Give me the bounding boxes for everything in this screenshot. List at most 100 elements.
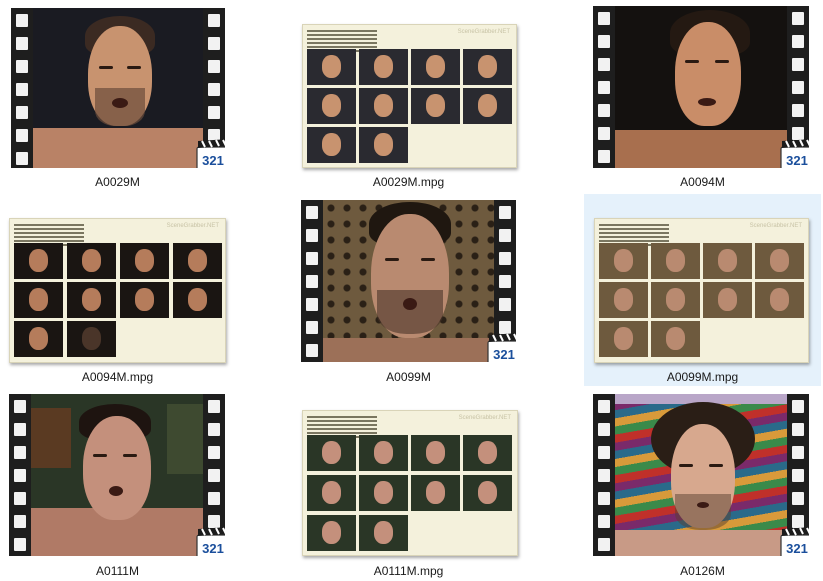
contact-sheet-thumbnail: SceneGrabber.NET <box>594 218 809 363</box>
file-item-a0111m-mpg[interactable]: SceneGrabber.NET A0111M.mpg <box>296 390 521 580</box>
film-hole <box>598 538 610 551</box>
svg-text:321: 321 <box>493 347 515 362</box>
file-name[interactable]: A0099M <box>296 370 521 384</box>
film-hole <box>14 515 26 528</box>
svg-text:321: 321 <box>202 153 224 168</box>
film-hole <box>208 400 220 413</box>
svg-text:321: 321 <box>202 541 224 556</box>
file-item-a0099m-mpg[interactable]: SceneGrabber.NET A0099M.mpg <box>584 194 821 386</box>
film-hole <box>792 12 804 25</box>
film-hole <box>499 206 511 219</box>
film-hole <box>14 538 26 551</box>
film-perforations <box>11 8 33 168</box>
film-hole <box>499 275 511 288</box>
file-name[interactable]: A0111M.mpg <box>296 564 521 578</box>
film-hole <box>14 423 26 436</box>
film-hole <box>792 58 804 71</box>
film-hole <box>16 60 28 73</box>
film-hole <box>208 37 220 50</box>
film-hole <box>598 58 610 71</box>
film-hole <box>598 127 610 140</box>
video-thumbnail: 321 <box>301 200 516 362</box>
video-thumbnail: 321 <box>11 8 225 168</box>
film-hole <box>208 492 220 505</box>
film-hole <box>208 60 220 73</box>
file-item-a0126m[interactable]: 321 A0126M <box>590 390 815 580</box>
film-hole <box>208 14 220 27</box>
film-hole <box>792 35 804 48</box>
film-hole <box>16 152 28 165</box>
file-name[interactable]: A0099M.mpg <box>584 370 821 384</box>
file-item-a0094m-mpg[interactable]: SceneGrabber.NET A0094M.mpg <box>5 196 230 386</box>
film-hole <box>598 446 610 459</box>
film-hole <box>14 446 26 459</box>
film-hole <box>14 492 26 505</box>
film-hole <box>306 229 318 242</box>
film-hole <box>306 298 318 311</box>
file-name[interactable]: A0094M <box>590 175 815 189</box>
film-hole <box>306 275 318 288</box>
file-item-a0099m[interactable]: 321 A0099M <box>296 196 521 386</box>
film-hole <box>16 129 28 142</box>
sheet-brand: SceneGrabber.NET <box>457 29 510 35</box>
video-thumbnail: 321 <box>593 6 809 168</box>
file-item-a0111m[interactable]: 321 A0111M <box>5 390 230 580</box>
video-thumbnail: 321 <box>593 394 809 556</box>
sheet-brand: SceneGrabber.NET <box>458 415 511 421</box>
film-hole <box>14 400 26 413</box>
film-hole <box>499 229 511 242</box>
film-hole <box>792 492 804 505</box>
file-item-a0094m[interactable]: 321 A0094M <box>590 2 815 192</box>
film-hole <box>16 106 28 119</box>
media-player-classic-321-icon: 321 <box>487 333 516 362</box>
film-hole <box>499 298 511 311</box>
film-perforations <box>9 394 31 556</box>
film-perforations <box>301 200 323 362</box>
film-hole <box>598 423 610 436</box>
film-hole <box>792 400 804 413</box>
film-hole <box>14 469 26 482</box>
film-hole <box>598 35 610 48</box>
film-hole <box>499 252 511 265</box>
film-hole <box>208 106 220 119</box>
contact-sheet-thumbnail: SceneGrabber.NET <box>302 410 518 556</box>
film-hole <box>598 81 610 94</box>
file-name[interactable]: A0126M <box>590 564 815 578</box>
svg-text:321: 321 <box>786 541 808 556</box>
film-hole <box>306 344 318 357</box>
media-player-classic-321-icon: 321 <box>196 139 225 168</box>
file-name[interactable]: A0111M <box>5 564 230 578</box>
film-hole <box>598 150 610 163</box>
svg-text:321: 321 <box>786 153 808 168</box>
sheet-brand: SceneGrabber.NET <box>749 223 802 229</box>
media-player-classic-321-icon: 321 <box>780 527 809 556</box>
film-hole <box>208 446 220 459</box>
film-hole <box>598 12 610 25</box>
film-hole <box>16 37 28 50</box>
film-hole <box>792 469 804 482</box>
film-hole <box>598 515 610 528</box>
file-item-a0029m[interactable]: 321 A0029M <box>5 2 230 192</box>
film-perforations <box>593 6 615 168</box>
film-hole <box>306 321 318 334</box>
contact-sheet-thumbnail: SceneGrabber.NET <box>302 24 517 168</box>
film-hole <box>16 83 28 96</box>
media-player-classic-321-icon: 321 <box>780 139 809 168</box>
film-hole <box>792 446 804 459</box>
film-hole <box>792 423 804 436</box>
file-item-a0029m-mpg[interactable]: SceneGrabber.NET A0029M.mpg <box>296 2 521 192</box>
film-hole <box>598 492 610 505</box>
file-name[interactable]: A0029M.mpg <box>296 175 521 189</box>
sheet-brand: SceneGrabber.NET <box>166 223 219 229</box>
film-hole <box>792 104 804 117</box>
film-hole <box>792 81 804 94</box>
film-perforations <box>593 394 615 556</box>
file-name[interactable]: A0029M <box>5 175 230 189</box>
film-hole <box>208 83 220 96</box>
film-hole <box>598 400 610 413</box>
film-hole <box>208 469 220 482</box>
film-hole <box>208 423 220 436</box>
file-name[interactable]: A0094M.mpg <box>5 370 230 384</box>
film-hole <box>306 206 318 219</box>
film-hole <box>598 104 610 117</box>
